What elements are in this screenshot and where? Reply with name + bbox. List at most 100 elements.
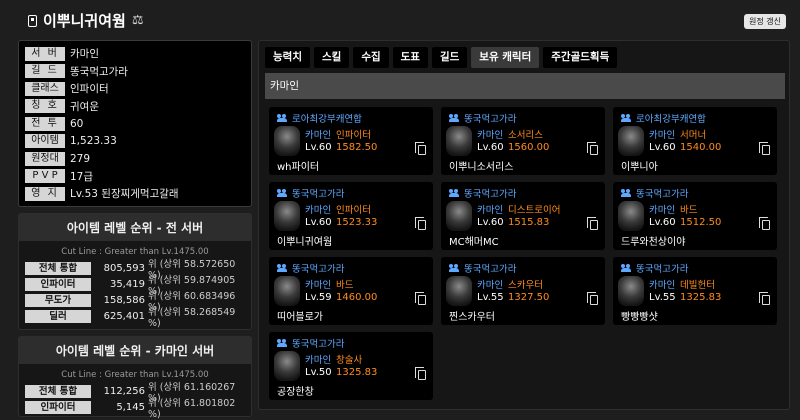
guild-icon <box>621 264 632 272</box>
character-avatar <box>274 201 300 231</box>
guild-name: 똥국먹고가라 <box>636 264 689 275</box>
guild-icon <box>449 264 460 272</box>
character-server: 카마인 <box>305 205 332 216</box>
scale-icon[interactable]: ⚖ <box>132 13 144 28</box>
character-item-level: 1540.00 <box>680 142 722 153</box>
character-name[interactable]: 이뿌니귀여웜 <box>277 233 332 248</box>
character-item-level: 1560.00 <box>508 142 550 153</box>
rank-label: 전체 통합 <box>25 385 91 398</box>
character-card[interactable]: 로아최강부캐연합 카마인 인파이터 Lv.60 1582.50 wh파이터 <box>269 107 433 175</box>
character-card[interactable]: 똥국먹고가라 카마인 창술사 Lv.50 1325.83 공장한창 <box>269 332 433 400</box>
profile-value: 인파이터 <box>70 83 109 96</box>
character-card[interactable]: 똥국먹고가라 카마인 스카우터 Lv.55 1327.50 찐스카우터 <box>441 257 605 325</box>
character-avatar <box>446 276 472 306</box>
tab-chart[interactable]: 도표 <box>392 47 428 68</box>
profile-value: Lv.53 된장찌게먹고갈래 <box>70 188 179 201</box>
character-name[interactable]: 이뿌니소서리스 <box>449 158 513 173</box>
character-name[interactable]: MC해머MC <box>449 233 499 248</box>
character-name[interactable]: 빵빵빵샷 <box>621 308 658 323</box>
character-level: Lv.60 <box>649 142 676 153</box>
bookmark-icon[interactable] <box>28 14 37 27</box>
guild-icon <box>277 114 288 122</box>
guild-name: 똥국먹고가라 <box>464 189 517 200</box>
character-card[interactable]: 똥국먹고가라 카마인 인파이터 Lv.60 1523.33 이뿌니귀여웜 <box>269 182 433 250</box>
profile-label: 전 투 <box>25 116 65 131</box>
character-server: 카마인 <box>649 205 676 216</box>
character-level: Lv.50 <box>305 367 332 378</box>
rank-title: 아이템 레벨 순위 - 카마인 서버 <box>19 336 251 364</box>
profile-label: P V P <box>25 169 65 184</box>
character-level: Lv.55 <box>649 292 676 303</box>
character-name[interactable]: 띠어블로가 <box>277 308 323 323</box>
profile-label: 아이템 <box>25 134 65 149</box>
character-level: Lv.55 <box>477 292 504 303</box>
guild-name: 똥국먹고가라 <box>292 264 345 275</box>
profile-label: 칭 호 <box>25 99 65 114</box>
profile-label: 영 지 <box>25 186 65 201</box>
character-card[interactable]: 똥국먹고가라 카마인 소서리스 Lv.60 1560.00 이뿌니소서리스 <box>441 107 605 175</box>
top-bar: 이뿌니귀여웜 ⚖ 원정 갱신 <box>0 0 800 37</box>
guild-row: 똥국먹고가라 <box>449 261 516 275</box>
profile-row: 클래스 인파이터 <box>25 80 245 98</box>
character-server: 카마인 <box>477 130 504 141</box>
character-avatar <box>446 126 472 156</box>
tab-skills[interactable]: 스킬 <box>313 47 350 68</box>
character-server: 카마인 <box>477 280 504 291</box>
copy-icon[interactable] <box>587 292 598 305</box>
character-card[interactable]: 똥국먹고가라 카마인 바드 Lv.59 1460.00 띠어블로가 <box>269 257 433 325</box>
character-card[interactable]: 똥국먹고가라 카마인 데빌헌터 Lv.55 1325.83 빵빵빵샷 <box>613 257 777 325</box>
character-name[interactable]: 공장한창 <box>277 383 314 398</box>
copy-icon[interactable] <box>759 142 770 155</box>
character-class: 데빌헌터 <box>680 280 715 291</box>
guild-name: 똥국먹고가라 <box>292 189 345 200</box>
refresh-button[interactable]: 원정 갱신 <box>744 14 786 29</box>
main-panel: 능력치 스킬 수집 도표 길드 보유 캐릭터 주간골드획득 카마인 로아최강부캐… <box>258 40 790 410</box>
page-title: 이뿌니귀여웜 ⚖ <box>28 10 143 31</box>
character-card[interactable]: 똥국먹고가라 카마인 디스트로이어 Lv.60 1515.83 MC해머MC <box>441 182 605 250</box>
character-name[interactable]: 찐스카우터 <box>449 308 495 323</box>
profile-row: 원정대 279 <box>25 150 245 168</box>
copy-icon[interactable] <box>587 217 598 230</box>
guild-icon <box>621 114 632 122</box>
copy-icon[interactable] <box>759 292 770 305</box>
profile-label: 서 버 <box>25 46 65 61</box>
character-class: 인파이터 <box>336 130 371 141</box>
tab-stats[interactable]: 능력치 <box>265 47 310 68</box>
character-server: 카마인 <box>305 355 332 366</box>
copy-icon[interactable] <box>415 292 426 305</box>
character-name[interactable]: wh파이터 <box>277 158 319 173</box>
character-server: 카마인 <box>305 130 332 141</box>
character-class: 바드 <box>336 280 354 291</box>
profile-value: 60 <box>70 117 84 130</box>
tab-weekly-gold[interactable]: 주간골드획득 <box>543 47 618 68</box>
character-name[interactable]: 이뿌니아 <box>621 158 658 173</box>
tab-owned-characters[interactable]: 보유 캐릭터 <box>471 47 540 68</box>
rank-label: 전체 통합 <box>25 262 91 275</box>
copy-icon[interactable] <box>587 142 598 155</box>
character-level: Lv.60 <box>477 217 504 228</box>
character-class: 디스트로이어 <box>508 205 561 216</box>
character-level: Lv.60 <box>305 217 332 228</box>
character-name[interactable]: 드루와천상이야 <box>621 233 685 248</box>
copy-icon[interactable] <box>415 217 426 230</box>
character-item-level: 1523.33 <box>336 217 378 228</box>
character-item-level: 1512.50 <box>680 217 722 228</box>
copy-icon[interactable] <box>415 142 426 155</box>
guild-name: 로아최강부캐연합 <box>292 114 362 125</box>
character-level: Lv.59 <box>305 292 332 303</box>
character-item-level: 1582.50 <box>336 142 378 153</box>
profile-row: P V P 17급 <box>25 168 245 186</box>
character-level: Lv.60 <box>477 142 504 153</box>
character-card[interactable]: 똥국먹고가라 카마인 바드 Lv.60 1512.50 드루와천상이야 <box>613 182 777 250</box>
profile-label: 클래스 <box>25 81 65 96</box>
character-server: 카마인 <box>477 205 504 216</box>
copy-icon[interactable] <box>759 217 770 230</box>
tab-collection[interactable]: 수집 <box>353 47 389 68</box>
character-avatar <box>274 126 300 156</box>
rank-percent: 위 (상위 58.268549 %) <box>147 307 236 329</box>
character-card[interactable]: 로아최강부캐연합 카마인 서머너 Lv.60 1540.00 이뿌니아 <box>613 107 777 175</box>
tab-guild[interactable]: 길드 <box>431 47 468 68</box>
copy-icon[interactable] <box>415 367 426 380</box>
rank-title: 아이템 레벨 순위 - 전 서버 <box>19 213 251 241</box>
character-avatar <box>618 201 644 231</box>
